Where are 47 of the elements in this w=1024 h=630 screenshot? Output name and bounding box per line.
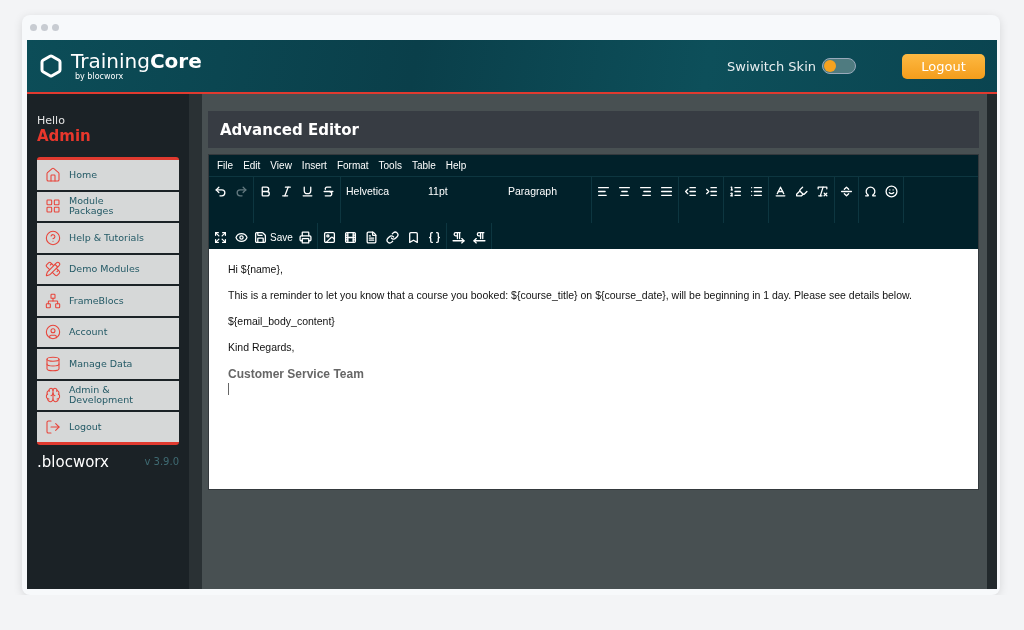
user-name: Admin: [37, 127, 92, 145]
menu-item[interactable]: Tools: [373, 159, 407, 172]
toolbar-select[interactable]: 11pt: [424, 179, 504, 203]
sidebar-item[interactable]: Help & Tutorials: [37, 223, 179, 253]
text-cursor: [228, 383, 229, 395]
save-button[interactable]: Save: [252, 225, 295, 249]
signature-text: Customer Service Team: [228, 367, 365, 381]
window-dot: [52, 24, 59, 31]
paragraph-text: This is a reminder to let you know that a course you booked: ${course_title} on ${course_date}, will be beginning in 1 day. Please see details below.: [228, 289, 913, 301]
sidebar-item[interactable]: FrameBlocs: [37, 286, 179, 316]
window-dot: [41, 24, 48, 31]
menu-item[interactable]: Help: [440, 159, 472, 172]
sidebar-item[interactable]: Account: [37, 317, 179, 347]
menu-item[interactable]: View: [265, 159, 297, 172]
menu-item[interactable]: Insert: [296, 159, 332, 172]
menu-item[interactable]: Table: [406, 159, 441, 172]
window-dot: [30, 24, 37, 31]
pencil-ruler-icon: [45, 261, 61, 278]
logout-icon: [45, 418, 61, 435]
toolbar-select[interactable]: Paragraph: [504, 179, 590, 203]
sidebar-item[interactable]: Demo Modules: [37, 254, 179, 284]
toggle-label: Swiwitch Skin: [727, 58, 816, 74]
help-icon: [45, 229, 61, 246]
page-title: Advanced Editor: [208, 111, 979, 148]
footer-logo: .blocworx: [37, 452, 110, 471]
logo-icon: [39, 54, 63, 78]
database-icon: [45, 355, 61, 372]
brand-tagline: by blocworx: [75, 73, 124, 81]
network-icon: [45, 292, 61, 309]
menu-item[interactable]: File: [212, 159, 239, 172]
paragraph-text: ${email_body_content}: [228, 315, 336, 327]
sidebar-item[interactable]: Admin & Development: [37, 380, 179, 410]
paragraph-text: Kind Regards,: [228, 341, 296, 353]
grid-icon: [45, 198, 61, 215]
version-text: v 3.9.0: [144, 456, 179, 467]
user-icon: [45, 324, 61, 341]
paragraph-text: Hi ${name},: [228, 263, 284, 275]
sidebar-item[interactable]: Home: [37, 160, 179, 190]
greeting-text: Hello: [37, 114, 66, 127]
sidebar-item[interactable]: Logout: [37, 412, 179, 442]
skin-toggle[interactable]: [822, 58, 856, 74]
sidebar-item[interactable]: Manage Data: [37, 349, 179, 379]
menu-item[interactable]: Edit: [238, 159, 266, 172]
toolbar-select[interactable]: Helvetica: [342, 179, 424, 203]
sidebar-item[interactable]: Module Packages: [37, 191, 179, 221]
home-icon: [45, 166, 61, 183]
menu-item[interactable]: Format: [331, 159, 374, 172]
